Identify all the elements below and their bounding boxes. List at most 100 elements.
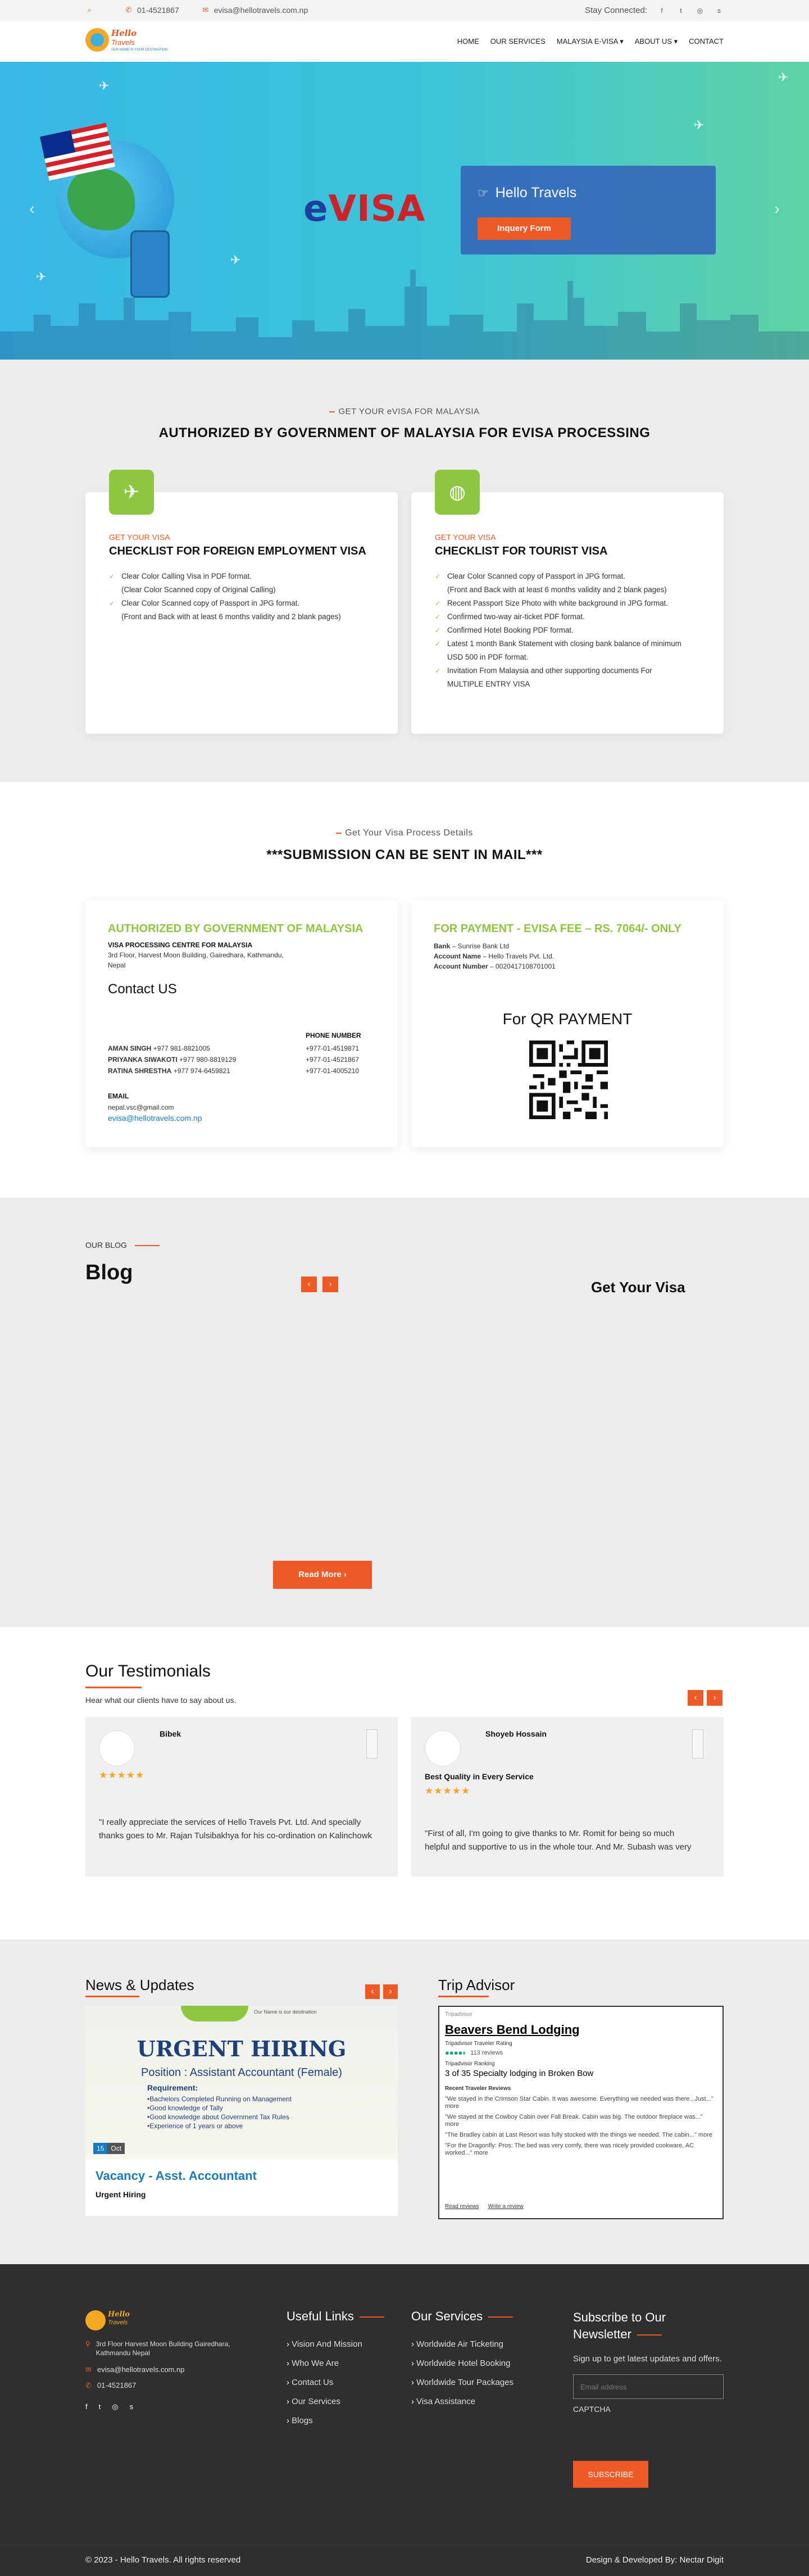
site-logo[interactable]: Hello Travels OUR NAME IS YOUR DESTINATI…	[85, 25, 168, 56]
avatar	[425, 1730, 461, 1766]
nav-about[interactable]: ABOUT US ▾	[635, 37, 678, 46]
ranking-value: 3 of 35 Specialty lodging in Broken Bow	[445, 2069, 594, 2078]
testimonials-sub: Hear what our clients have to say about …	[85, 1696, 237, 1705]
slider-prev-icon[interactable]: ‹	[29, 199, 35, 219]
blog-prev-button[interactable]: ‹	[301, 1276, 317, 1292]
checklist: Clear Color Calling Visa in PDF format.(…	[109, 570, 379, 624]
instagram-icon[interactable]: ◎	[696, 6, 705, 15]
skype-icon[interactable]: s	[715, 6, 724, 15]
contact-row: ⌕ ✆ 01-4521867 ✉ evisa@hellotravels.com.…	[85, 6, 308, 15]
footer-link[interactable]: Contact Us	[287, 2373, 384, 2392]
nav-home[interactable]: HOME	[457, 37, 479, 46]
employment-visa-card: ✈ GET YOUR VISA CHECKLIST FOR FOREIGN EM…	[85, 470, 398, 734]
news-post-title[interactable]: Vacancy - Asst. Accountant	[96, 2169, 257, 2183]
news-card-body: Vacancy - Asst. Accountant Urgent Hiring	[85, 2160, 398, 2216]
footer-socials: f t ◎ s	[85, 2402, 133, 2411]
social-row: Stay Connected: f t ◎ s	[585, 6, 724, 15]
footer-link[interactable]: Worldwide Tour Packages	[411, 2373, 513, 2392]
authorized-title: AUTHORIZED BY GOVERNMENT OF MALAYSIA FOR…	[158, 425, 651, 440]
qr-code	[529, 1041, 608, 1119]
footer-logo[interactable]: Hello Travels	[85, 2310, 166, 2335]
lodging-name[interactable]: Beavers Bend Lodging	[445, 2023, 580, 2037]
authorized-kicker: GET YOUR eVISA FOR MALAYSIA	[0, 407, 809, 416]
card-title: CHECKLIST FOR FOREIGN EMPLOYMENT VISA	[109, 545, 366, 557]
location-icon: ⚲	[85, 2340, 90, 2348]
testimonials-section: Our Testimonials Hear what our clients h…	[0, 1627, 809, 1939]
contact-person-row: PRIYANKA SIWAKOTI +977 980-8819129 +977-0…	[108, 1056, 360, 1064]
footer-services-title: Our Services	[411, 2309, 513, 2324]
nav-menu: HOME OUR SERVICES MALAYSIA E-VISA ▾ ABOU…	[457, 37, 724, 46]
footer-link[interactable]: Visa Assistance	[411, 2392, 513, 2411]
date-badge: 15 Oct	[93, 2143, 125, 2154]
footer-link[interactable]: Worldwide Hotel Booking	[411, 2354, 513, 2373]
nav-services[interactable]: OUR SERVICES	[490, 37, 546, 46]
main-navbar: Hello Travels OUR NAME IS YOUR DESTINATI…	[0, 21, 809, 62]
testimonial-next-button[interactable]: ›	[707, 1690, 722, 1706]
footer-link[interactable]: Worldwide Air Ticketing	[411, 2335, 513, 2354]
footer-link[interactable]: Who We Are	[287, 2354, 384, 2373]
twitter-icon[interactable]: t	[676, 6, 685, 15]
newsletter-email-input[interactable]	[573, 2374, 724, 2399]
logo-text-1: Hello	[111, 28, 137, 38]
contact-card: AUTHORIZED BY GOVERNMENT OF MALAYSIA VIS…	[85, 900, 398, 1147]
inquery-form-button[interactable]: Inquery Form	[478, 217, 571, 240]
search-icon[interactable]: ⌕	[85, 6, 93, 14]
banner-logo	[181, 2006, 248, 2021]
facebook-icon[interactable]: f	[85, 2402, 88, 2411]
developer-credit[interactable]: Design & Developed By: Nectar Digit	[586, 2555, 724, 2565]
news-image[interactable]: Our Name is our destination URGENT HIRIN…	[85, 2006, 398, 2160]
nav-contact[interactable]: CONTACT	[689, 37, 724, 46]
slider-next-icon[interactable]: ›	[774, 199, 780, 219]
footer-phone[interactable]: ✆ 01-4521867	[85, 2381, 136, 2390]
news-prev-button[interactable]: ‹	[365, 1984, 380, 1999]
subscribe-button[interactable]: SUBSCRIBE	[573, 2461, 648, 2488]
blog-next-button[interactable]: ›	[322, 1276, 338, 1292]
topbar-phone[interactable]: 01-4521867	[137, 6, 179, 15]
blog-kicker: OUR BLOG	[85, 1241, 160, 1250]
nav-malaysia-evisa[interactable]: MALAYSIA E-VISA ▾	[557, 37, 624, 46]
banner-tagline: Our Name is our destination	[254, 2009, 317, 2015]
payment-card: FOR PAYMENT - EVISA FEE – RS. 7064/- ONL…	[411, 900, 724, 1147]
globe-icon: ◍	[435, 470, 480, 515]
email-link[interactable]: evisa@hellotravels.com.np	[108, 1114, 202, 1123]
process-title: ***SUBMISSION CAN BE SENT IN MAIL***	[266, 847, 543, 862]
address-line: Nepal	[108, 961, 126, 969]
centre-name: VISA PROCESSING CENTRE FOR MALAYSIA	[108, 941, 253, 949]
footer-link[interactable]: Blogs	[287, 2411, 384, 2430]
write-review-link[interactable]: Write a review	[488, 2204, 524, 2210]
read-more-button[interactable]: Read More ›	[273, 1561, 372, 1589]
mail-icon: ✉	[202, 6, 209, 14]
footer-link[interactable]: Vision And Mission	[287, 2335, 384, 2354]
plane-icon: ✈	[694, 118, 705, 132]
skype-icon[interactable]: s	[130, 2402, 134, 2411]
payment-heading: FOR PAYMENT - EVISA FEE – RS. 7064/- ONL…	[434, 923, 681, 935]
news-controls: ‹ ›	[365, 1984, 398, 1999]
reviews-count[interactable]: 113 reviews	[470, 2050, 503, 2056]
review-snippet: "For the Dragonfly: Pros: The bed was ve…	[445, 2142, 694, 2156]
bubble-rating-icon: ●●●●◐	[445, 2048, 467, 2057]
footer-link[interactable]: Our Services	[287, 2392, 384, 2411]
contact-person-row: AMAN SINGH +977 981-8821005 +977-01-45198…	[108, 1044, 360, 1052]
read-reviews-link[interactable]: Read reviews	[445, 2204, 479, 2210]
banner-title: URGENT HIRING	[137, 2036, 347, 2061]
twitter-icon[interactable]: t	[99, 2402, 101, 2411]
testimonial-prev-button[interactable]: ‹	[688, 1690, 703, 1706]
site-footer: Hello Travels ⚲ 3rd Floor Harvest Moon Bu…	[0, 2264, 809, 2576]
news-section: News & Updates ‹ › Our Name is our desti…	[0, 1939, 809, 2264]
plane-icon: ✈	[36, 270, 47, 284]
avatar	[99, 1730, 135, 1766]
plane-icon: ✈	[99, 79, 110, 93]
checklist-item: Invitation From Malaysia and other suppo…	[435, 664, 705, 691]
instagram-icon[interactable]: ◎	[112, 2402, 118, 2411]
newsletter: Subscribe to Our Newsletter Sign up to g…	[573, 2309, 724, 2488]
topbar-email[interactable]: evisa@hellotravels.com.np	[214, 6, 308, 15]
review-snippet: "We stayed at the Cowboy Cabin over Fall…	[445, 2114, 703, 2128]
title-underline	[438, 1996, 489, 1997]
news-next-button[interactable]: ›	[383, 1984, 398, 1999]
blog-slider-controls: ‹ ›	[301, 1276, 338, 1292]
logo-tagline: OUR NAME IS YOUR DESTINATION	[111, 48, 168, 52]
email-link[interactable]: nepal.vsc@gmail.com	[108, 1103, 174, 1111]
rating-row: ●●●●◐ 113 reviews	[445, 2048, 503, 2057]
facebook-icon[interactable]: f	[657, 6, 666, 15]
footer-email[interactable]: ✉ evisa@hellotravels.com.np	[85, 2365, 184, 2374]
